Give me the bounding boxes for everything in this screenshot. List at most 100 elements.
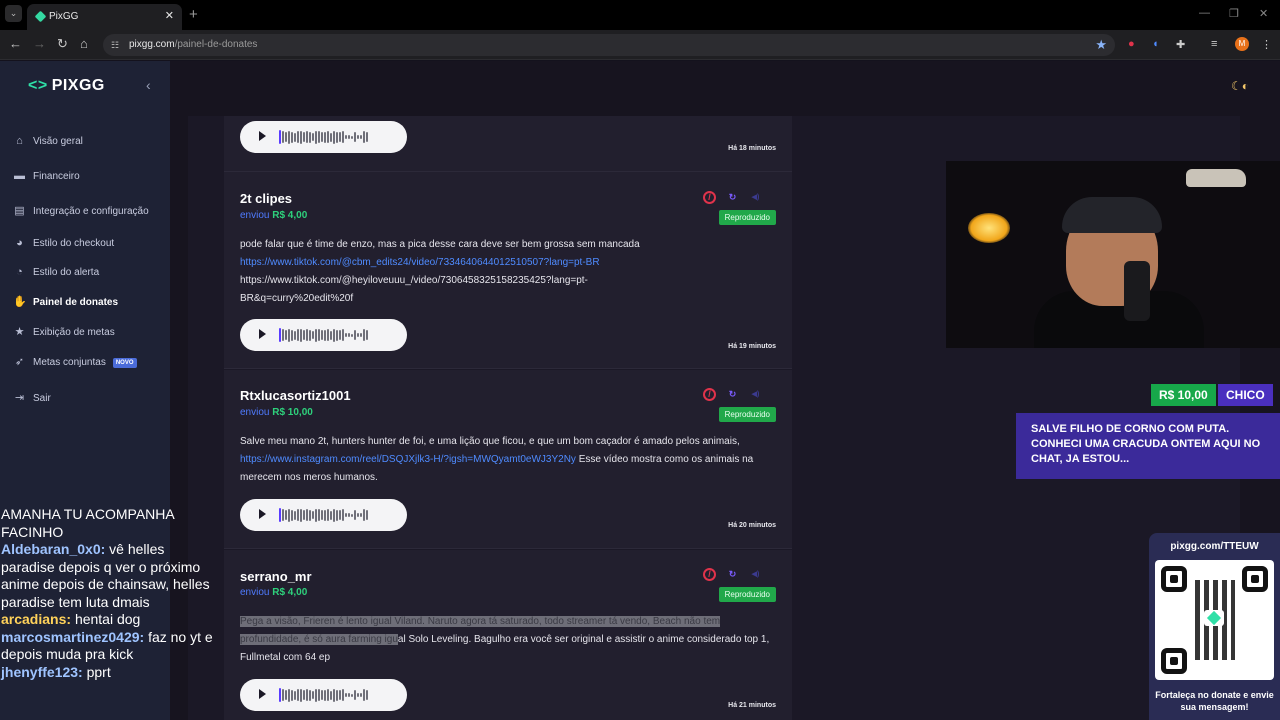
palette-icon: ◔ [16, 266, 23, 278]
sidebar-item-financeiro[interactable]: ▬ Financeiro [13, 170, 80, 183]
waveform-bar [315, 328, 317, 342]
extension-audio-icon[interactable]: ◖ [1152, 38, 1159, 50]
waveform-bar [360, 333, 362, 337]
forward-icon[interactable]: → [33, 36, 46, 51]
qr-code [1155, 560, 1274, 680]
waveform-bar [333, 328, 335, 342]
donor-name: Rtxlucasortiz1001 [240, 388, 351, 403]
tab-title: PixGG [49, 11, 79, 22]
waveform-bar [348, 333, 350, 337]
tab-search-icon[interactable]: ⌄ [5, 5, 22, 22]
waveform-bar [330, 690, 332, 700]
waveform-bar [315, 688, 317, 702]
sidebar-item-sair[interactable]: ⇥ Sair [13, 392, 51, 405]
restore-icon[interactable]: ❐ [1229, 7, 1239, 20]
waveform-bar [357, 135, 359, 139]
address-bar[interactable]: ☷ pixgg.com/painel-de-donates ★ [103, 34, 1115, 56]
audio-waveform[interactable] [279, 130, 393, 144]
message-link[interactable]: https://www.instagram.com/reel/DSQJXjlk3… [240, 454, 576, 465]
waveform-bar [294, 510, 296, 520]
media-control-icon[interactable]: ≡ [1211, 38, 1217, 50]
waveform-bar [312, 331, 314, 339]
waveform-bar [291, 329, 293, 341]
sidebar-item-metas-conjuntas[interactable]: ➶ Metas conjuntas NOVO [13, 356, 137, 369]
browser-tab[interactable]: PixGG ✕ [27, 4, 182, 30]
bookmark-star-icon[interactable]: ★ [1095, 37, 1107, 53]
audio-waveform[interactable] [279, 508, 393, 522]
waveform-bar [324, 329, 326, 341]
play-icon[interactable] [259, 509, 266, 519]
play-icon[interactable] [259, 329, 266, 339]
audio-waveform[interactable] [279, 328, 393, 342]
waveform-bar [327, 509, 329, 521]
pixgg-logo-icon: <> [28, 77, 48, 94]
waveform-bar [297, 689, 299, 701]
waveform-bar [279, 688, 281, 702]
waveform-bar [366, 690, 368, 700]
waveform-bar [324, 509, 326, 521]
message-link[interactable]: https://www.tiktok.com/@cbm_edits24/vide… [240, 254, 780, 272]
reload-icon[interactable]: ↻ [57, 36, 68, 52]
waveform-bar [336, 131, 338, 143]
waveform-bar [327, 689, 329, 701]
home-icon[interactable]: ⌂ [80, 36, 88, 51]
waveform-bar [348, 135, 350, 139]
close-window-icon[interactable]: ✕ [1259, 7, 1268, 20]
new-tab-button[interactable]: + [189, 6, 198, 23]
play-icon[interactable] [259, 131, 266, 141]
palette-icon: ◕ [16, 237, 23, 249]
site-info-icon[interactable]: ☷ [111, 40, 119, 51]
waveform-bar [354, 690, 356, 700]
waveform-bar [339, 330, 341, 340]
volume-icon[interactable]: ◀) [749, 388, 762, 401]
status-badge: Reproduzido [718, 587, 776, 602]
block-icon[interactable]: / [703, 388, 716, 401]
sidebar-item-painel-donates[interactable]: ✋ Painel de donates [13, 296, 118, 309]
status-badge: Reproduzido [718, 210, 776, 225]
collapse-sidebar-icon[interactable]: ‹ [146, 77, 151, 93]
extension-record-icon[interactable]: ● [1128, 38, 1135, 50]
theme-toggle-icon[interactable]: ☾◐ [1231, 79, 1249, 93]
waveform-bar [330, 330, 332, 340]
home-icon: ⌂ [16, 135, 23, 147]
waveform-bar [336, 329, 338, 341]
audio-player[interactable] [240, 121, 407, 153]
donation-card: serrano_mr enviou R$ 4,00 / ↻ ◀) Reprodu… [224, 550, 792, 720]
waveform-bar [345, 135, 347, 139]
sidebar-item-estilo-alerta[interactable]: ◔ Estilo do alerta [13, 266, 99, 279]
waveform-bar [315, 508, 317, 522]
back-icon[interactable]: ← [9, 36, 22, 51]
pixgg-logo[interactable]: <> PIXGG [28, 77, 105, 95]
waveform-bar [366, 132, 368, 142]
waveform-bar [306, 509, 308, 521]
sidebar-item-estilo-checkout[interactable]: ◕ Estilo do checkout [13, 237, 114, 250]
audio-player[interactable] [240, 499, 407, 531]
extensions-puzzle-icon[interactable]: ✚ [1176, 38, 1185, 51]
waveform-bar [291, 689, 293, 701]
menu-kebab-icon[interactable]: ⋮ [1261, 38, 1272, 51]
audio-player[interactable] [240, 319, 407, 351]
sidebar-item-exibicao-metas[interactable]: ★ Exibição de metas [13, 326, 115, 339]
volume-icon[interactable]: ◀) [749, 568, 762, 581]
minimize-icon[interactable]: — [1199, 7, 1210, 19]
audio-player[interactable] [240, 679, 407, 711]
block-icon[interactable]: / [703, 191, 716, 204]
qr-url: pixgg.com/TTEUW [1170, 541, 1259, 552]
qr-finder [1161, 648, 1187, 674]
close-tab-icon[interactable]: ✕ [165, 9, 174, 22]
play-icon[interactable] [259, 689, 266, 699]
replay-icon[interactable]: ↻ [726, 191, 739, 204]
volume-icon[interactable]: ◀) [749, 191, 762, 204]
replay-icon[interactable]: ↻ [726, 568, 739, 581]
waveform-bar [363, 131, 365, 143]
audio-waveform[interactable] [279, 688, 393, 702]
sidebar-item-integracao[interactable]: ▤ Integração e configuração [13, 205, 148, 218]
replay-icon[interactable]: ↻ [726, 388, 739, 401]
profile-avatar[interactable]: M [1235, 37, 1249, 51]
browser-tab-bar: ⌄ PixGG ✕ + — ❐ ✕ [0, 0, 1280, 30]
waveform-bar [318, 509, 320, 521]
block-icon[interactable]: / [703, 568, 716, 581]
sidebar-item-visao-geral[interactable]: ⌂ Visão geral [13, 135, 83, 148]
url-text[interactable]: pixgg.com/painel-de-donates [129, 39, 257, 50]
waveform-bar [285, 132, 287, 142]
